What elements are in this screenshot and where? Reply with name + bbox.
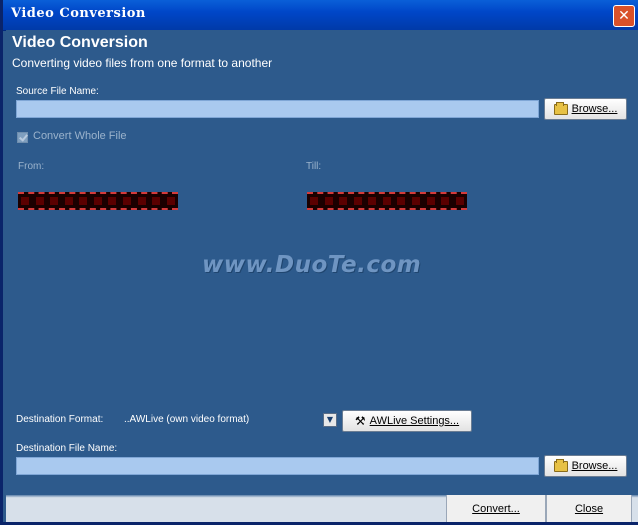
destination-format-label: Destination Format: [16, 414, 104, 425]
main-panel: Video Conversion Converting video files … [6, 30, 638, 495]
folder-icon [553, 458, 568, 472]
awlive-settings-label: AWLive Settings... [369, 415, 460, 427]
till-time-display[interactable] [307, 192, 467, 210]
destination-file-label: Destination File Name: [16, 443, 118, 454]
video-conversion-window: Video Conversion ✕ Video Conversion Conv… [0, 0, 638, 525]
chevron-down-icon: ▼ [326, 415, 334, 424]
till-label: Till: [306, 161, 322, 172]
convert-label: Convert... [472, 502, 520, 515]
destination-browse-button[interactable]: Browse... [544, 455, 627, 477]
folder-icon [553, 101, 568, 115]
close-icon: ✕ [618, 8, 630, 24]
source-browse-label: Browse... [571, 103, 618, 115]
destination-format-value: ..AWLive (own video format) [124, 414, 250, 425]
window-title: Video Conversion [11, 6, 146, 21]
from-label: From: [18, 161, 45, 172]
destination-file-field[interactable] [16, 457, 539, 475]
button-footer: Convert... Close [6, 495, 638, 522]
destination-browse-label: Browse... [571, 460, 618, 472]
close-window-button[interactable]: ✕ [613, 5, 635, 27]
format-dropdown-button[interactable]: ▼ [323, 413, 337, 427]
convert-whole-file-label: Convert Whole File [33, 130, 127, 142]
watermark-text: www.DuoTe.com [202, 252, 422, 278]
convert-button[interactable]: Convert... [446, 495, 546, 522]
close-button[interactable]: Close [546, 495, 632, 522]
awlive-settings-button[interactable]: ⚒ AWLive Settings... [342, 410, 472, 432]
close-label: Close [574, 502, 604, 515]
source-browse-button[interactable]: Browse... [544, 98, 627, 120]
from-time-display[interactable] [18, 192, 178, 210]
tools-icon: ⚒ [354, 414, 366, 428]
convert-whole-file-checkbox[interactable] [17, 132, 28, 143]
source-file-label: Source File Name: [16, 86, 99, 97]
page-title: Video Conversion [12, 34, 148, 51]
title-bar[interactable]: Video Conversion ✕ [3, 0, 638, 31]
page-subtitle: Converting video files from one format t… [12, 56, 273, 70]
source-file-field[interactable] [16, 100, 539, 118]
